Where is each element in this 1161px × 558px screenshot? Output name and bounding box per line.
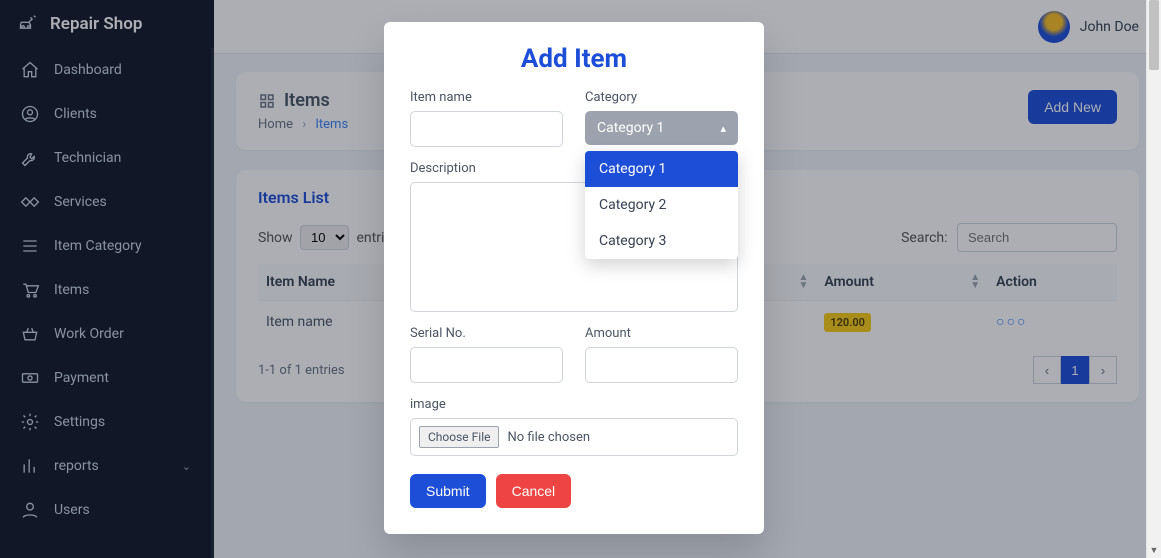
category-selected-value: Category 1 — [597, 120, 664, 136]
cancel-button[interactable]: Cancel — [496, 474, 572, 508]
chevron-up-icon: ▴ — [720, 122, 726, 135]
add-item-modal: Add Item Item name Category Category 1 ▴… — [384, 22, 764, 534]
category-select[interactable]: Category 1 ▴ Category 1 Category 2 Categ… — [585, 111, 738, 145]
label-item-name: Item name — [410, 90, 563, 105]
page-scrollbar[interactable]: ▲ ▼ — [1146, 0, 1161, 558]
category-option-3[interactable]: Category 3 — [585, 223, 738, 259]
input-amount[interactable] — [585, 347, 738, 383]
submit-button[interactable]: Submit — [410, 474, 486, 508]
category-dropdown: Category 1 Category 2 Category 3 — [585, 151, 738, 259]
modal-title: Add Item — [410, 44, 738, 74]
file-input-wrap[interactable]: Choose File No file chosen — [410, 418, 738, 456]
label-serial: Serial No. — [410, 326, 563, 341]
file-none-text: No file chosen — [507, 430, 590, 445]
input-serial[interactable] — [410, 347, 563, 383]
category-option-1[interactable]: Category 1 — [585, 151, 738, 187]
label-amount: Amount — [585, 326, 738, 341]
category-select-display[interactable]: Category 1 ▴ — [585, 111, 738, 145]
choose-file-button[interactable]: Choose File — [419, 426, 499, 448]
label-category: Category — [585, 90, 738, 105]
scroll-down-icon[interactable]: ▼ — [1147, 545, 1161, 556]
scroll-thumb[interactable] — [1149, 0, 1159, 70]
label-image: image — [410, 397, 738, 412]
category-option-2[interactable]: Category 2 — [585, 187, 738, 223]
input-item-name[interactable] — [410, 111, 563, 147]
